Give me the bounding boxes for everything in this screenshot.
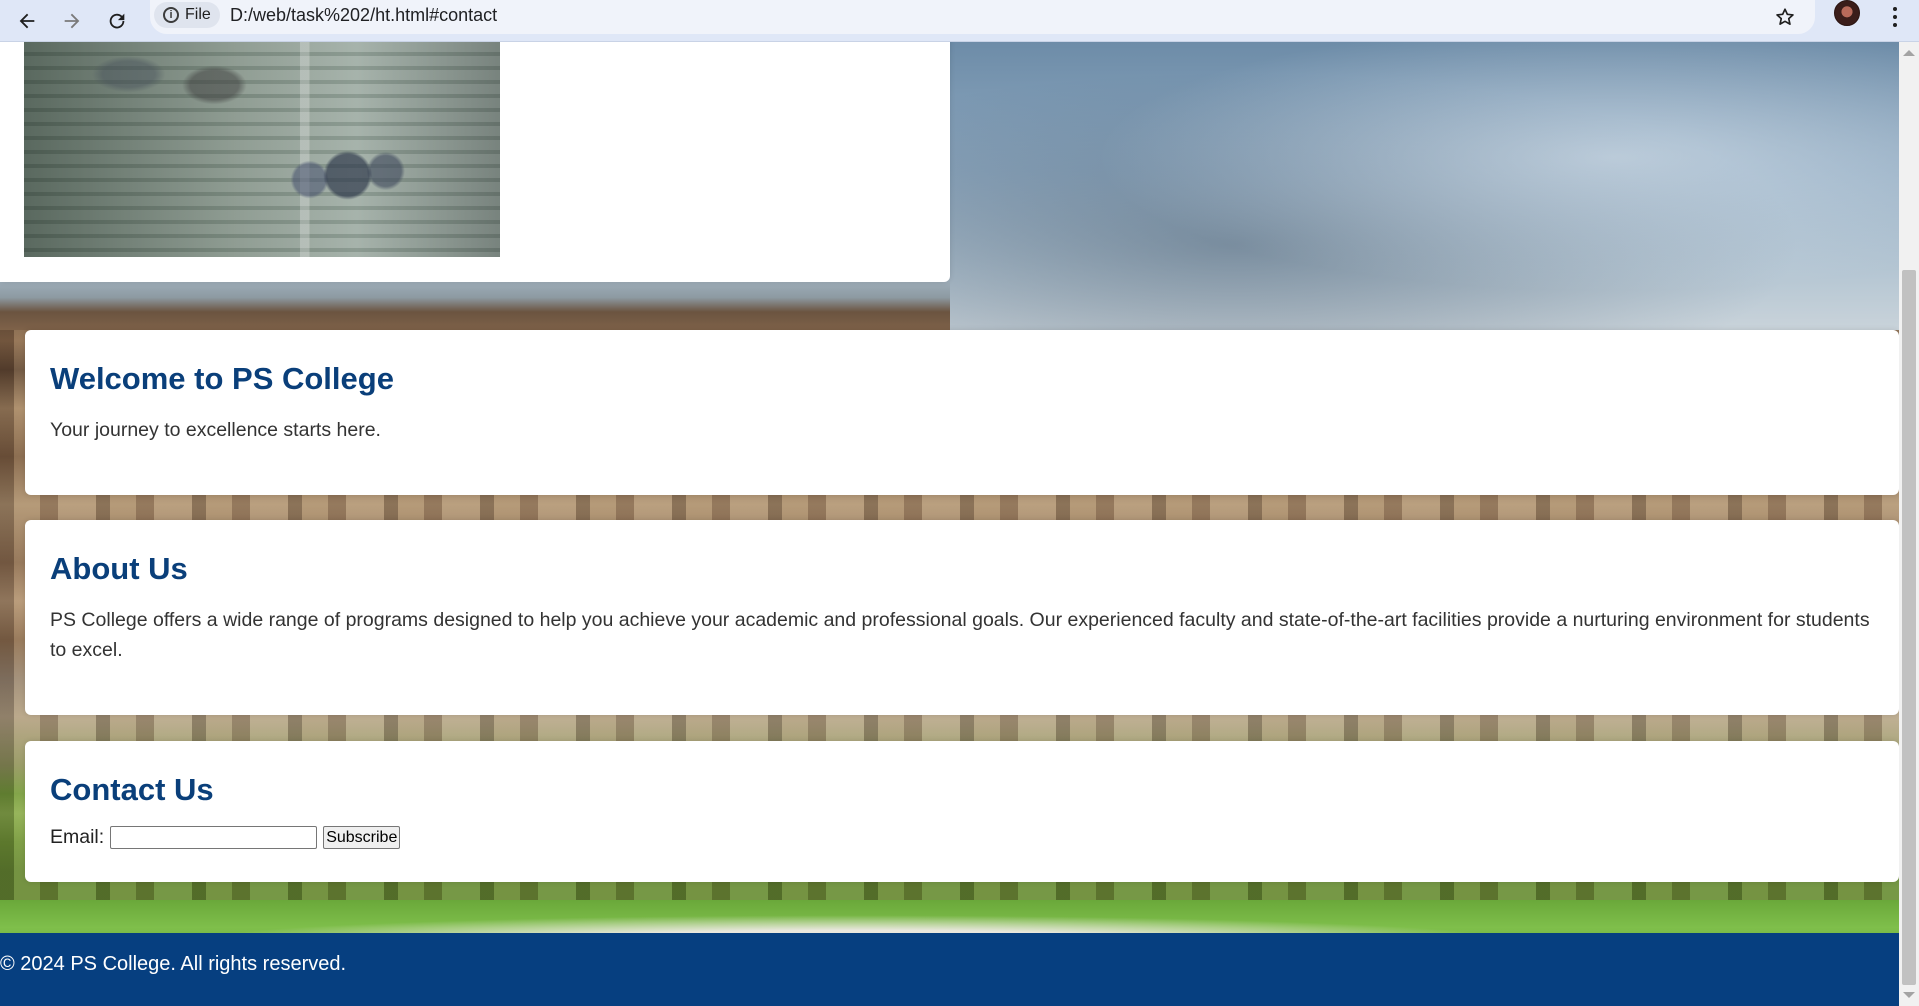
site-footer: © 2024 PS College. All rights reserved. — [0, 933, 1899, 1006]
arrow-right-icon — [64, 13, 80, 29]
address-bar[interactable]: i File D:/web/task%202/ht.html#contact — [150, 0, 1815, 34]
site-chip-label: File — [185, 6, 211, 23]
reload-button[interactable] — [102, 6, 132, 36]
welcome-section: Welcome to PS College Your journey to ex… — [25, 330, 1899, 495]
image-card — [0, 42, 950, 282]
campus-photo — [24, 42, 500, 257]
back-button[interactable] — [12, 6, 42, 36]
site-info-chip[interactable]: i File — [154, 2, 220, 28]
browser-menu-button[interactable] — [1880, 2, 1910, 32]
star-icon — [1776, 8, 1794, 25]
forward-button[interactable] — [57, 6, 87, 36]
page-viewport: Welcome to PS College Your journey to ex… — [0, 42, 1899, 1006]
info-icon: i — [163, 7, 179, 23]
about-section: About Us PS College offers a wide range … — [25, 520, 1899, 715]
scroll-down-icon[interactable] — [1903, 992, 1915, 998]
footer-copyright: © 2024 PS College. All rights reserved. — [0, 953, 347, 975]
email-label: Email: — [50, 826, 105, 849]
profile-avatar[interactable] — [1834, 0, 1860, 26]
scroll-up-icon[interactable] — [1903, 50, 1915, 56]
menu-dot-icon — [1893, 7, 1897, 11]
background-sky — [950, 42, 1899, 330]
menu-dot-icon — [1893, 23, 1897, 27]
page-scrollbar[interactable] — [1899, 42, 1919, 1006]
reload-icon — [109, 13, 125, 29]
scroll-thumb[interactable] — [1902, 270, 1916, 985]
contact-section: Contact Us Email: Subscribe — [25, 741, 1899, 882]
subscribe-form: Email: Subscribe — [50, 826, 1874, 850]
arrow-left-icon — [19, 13, 35, 29]
bookmark-button[interactable] — [1770, 2, 1800, 32]
email-input[interactable] — [110, 826, 318, 850]
subscribe-button[interactable]: Subscribe — [323, 826, 401, 850]
menu-dot-icon — [1893, 15, 1897, 19]
url-text[interactable]: D:/web/task%202/ht.html#contact — [230, 5, 497, 26]
welcome-title: Welcome to PS College — [50, 361, 394, 396]
browser-toolbar: i File D:/web/task%202/ht.html#contact — [0, 0, 1919, 42]
about-title: About Us — [50, 551, 188, 586]
welcome-text: Your journey to excellence starts here. — [50, 419, 381, 442]
about-text: PS College offers a wide range of progra… — [50, 609, 1870, 662]
contact-title: Contact Us — [50, 772, 214, 807]
